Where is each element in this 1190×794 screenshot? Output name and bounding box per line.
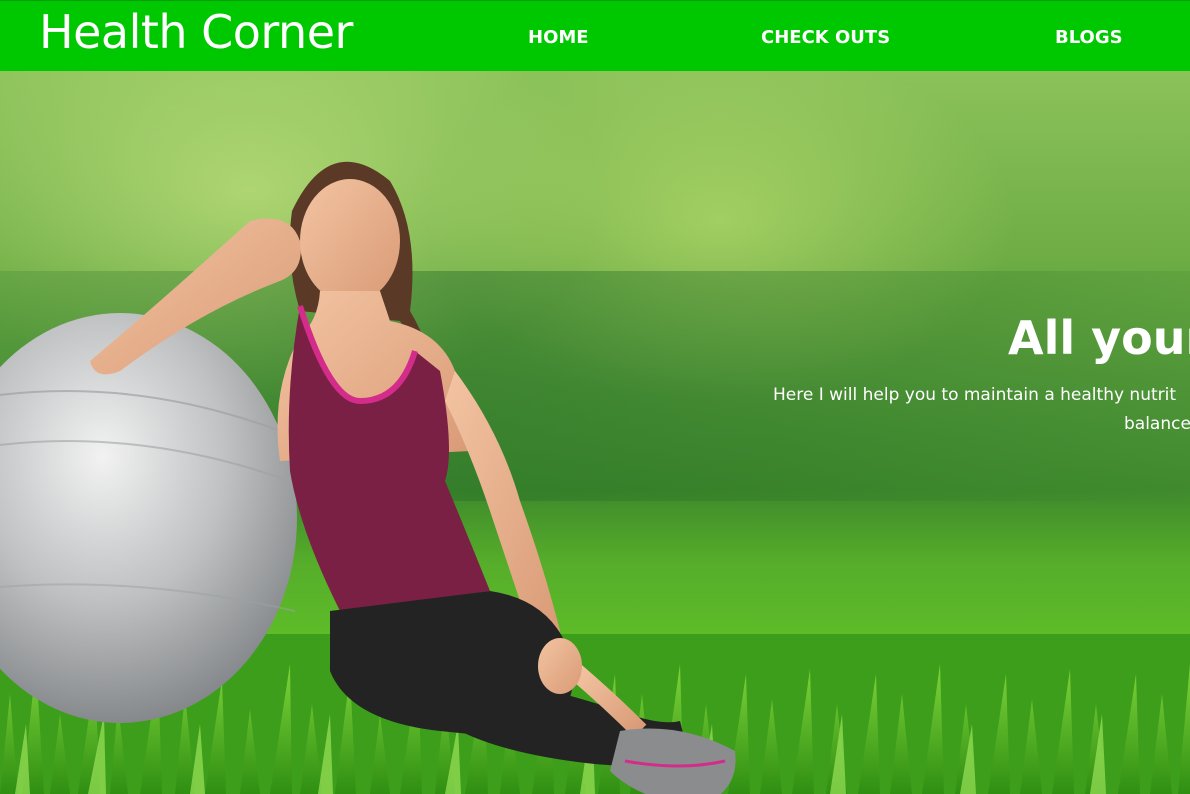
hero-text-block: All your Here I will help you to maintai… xyxy=(770,311,1190,451)
fitness-ball xyxy=(0,313,297,723)
hero-subtitle-line-1: Here I will help you to maintain a healt… xyxy=(773,385,1177,405)
nav-link-home[interactable]: HOME xyxy=(528,27,589,48)
site-logo-text[interactable]: Health Corner xyxy=(39,5,353,59)
top-navbar: Health Corner HOME CHECK OUTS BLOGS xyxy=(0,0,1190,71)
nav-link-blogs[interactable]: BLOGS xyxy=(1055,27,1123,48)
nav-link-check-outs[interactable]: CHECK OUTS xyxy=(761,27,890,48)
hero-title: All your xyxy=(1008,311,1190,365)
hero-banner: All your Here I will help you to maintai… xyxy=(0,71,1190,794)
woman-with-fitness-ball-illustration xyxy=(0,161,736,794)
hero-subtitle-line-2: balance xyxy=(1124,414,1190,434)
